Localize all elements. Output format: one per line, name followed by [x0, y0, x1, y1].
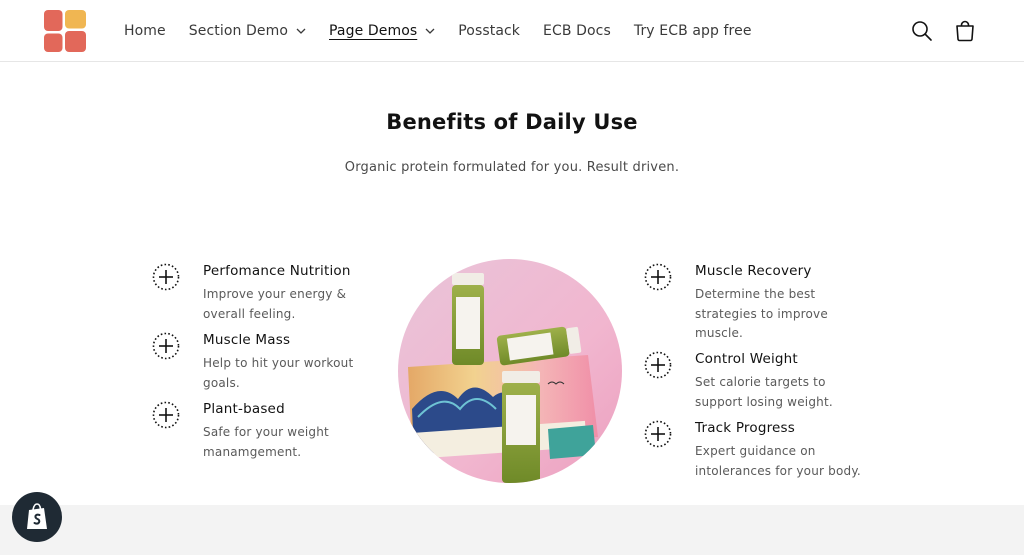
site-header: Home Section Demo Page Demos Posstack EC… [0, 0, 1024, 62]
plus-circle-icon [152, 263, 180, 291]
benefit-title: Muscle Recovery [695, 263, 812, 279]
nav-try-ecb-app-label: Try ECB app free [633, 23, 752, 39]
chevron-down-icon [296, 28, 306, 34]
next-section-band [0, 505, 1024, 555]
plus-circle-icon [644, 263, 672, 291]
product-photo [398, 259, 622, 483]
benefit-title: Track Progress [695, 420, 796, 436]
logo-grid-icon[interactable] [44, 10, 86, 52]
nav-page-demos-label: Page Demos [329, 23, 418, 39]
plus-circle-icon [644, 351, 672, 379]
product-illustration [398, 259, 622, 483]
nav-home[interactable]: Home [124, 23, 166, 39]
shopify-bag-icon [27, 503, 47, 529]
cart-icon[interactable] [953, 19, 977, 43]
benefit-text: Expert guidance on intolerances for your… [695, 444, 861, 478]
plus-circle-icon [152, 332, 180, 360]
nav-home-label: Home [124, 23, 166, 39]
benefit-text: Improve your energy & overall feeling. [203, 287, 347, 321]
benefit-text: Set calorie targets to support losing we… [695, 375, 833, 409]
benefit-title: Muscle Mass [203, 332, 291, 348]
benefit-title: Plant-based [203, 401, 285, 417]
nav-posstack-label: Posstack [458, 23, 521, 39]
benefit-title: Perfomance Nutrition [203, 263, 351, 279]
plus-circle-icon [152, 401, 180, 429]
section-subtitle: Organic protein formulated for you. Resu… [344, 160, 680, 175]
nav-section-demo[interactable]: Section Demo [189, 23, 306, 39]
nav-ecb-docs-label: ECB Docs [543, 23, 611, 39]
main-nav: Home Section Demo Page Demos Posstack EC… [124, 0, 775, 62]
nav-ecb-docs[interactable]: ECB Docs [543, 23, 611, 39]
nav-section-demo-label: Section Demo [188, 23, 289, 39]
benefit-text: Determine the best strategies to improve… [695, 287, 828, 340]
nav-page-demos[interactable]: Page Demos [329, 23, 435, 39]
benefit-text: Help to hit your workout goals. [203, 356, 354, 390]
chevron-down-icon [425, 28, 435, 34]
search-icon[interactable] [910, 19, 934, 43]
nav-try-ecb-app[interactable]: Try ECB app free [634, 23, 752, 39]
plus-circle-icon [644, 420, 672, 448]
shopify-badge-button[interactable] [12, 492, 62, 542]
benefit-title: Control Weight [695, 351, 798, 367]
section-title: Benefits of Daily Use [386, 110, 638, 134]
nav-posstack[interactable]: Posstack [458, 23, 520, 39]
benefit-text: Safe for your weight manamgement. [203, 425, 329, 459]
